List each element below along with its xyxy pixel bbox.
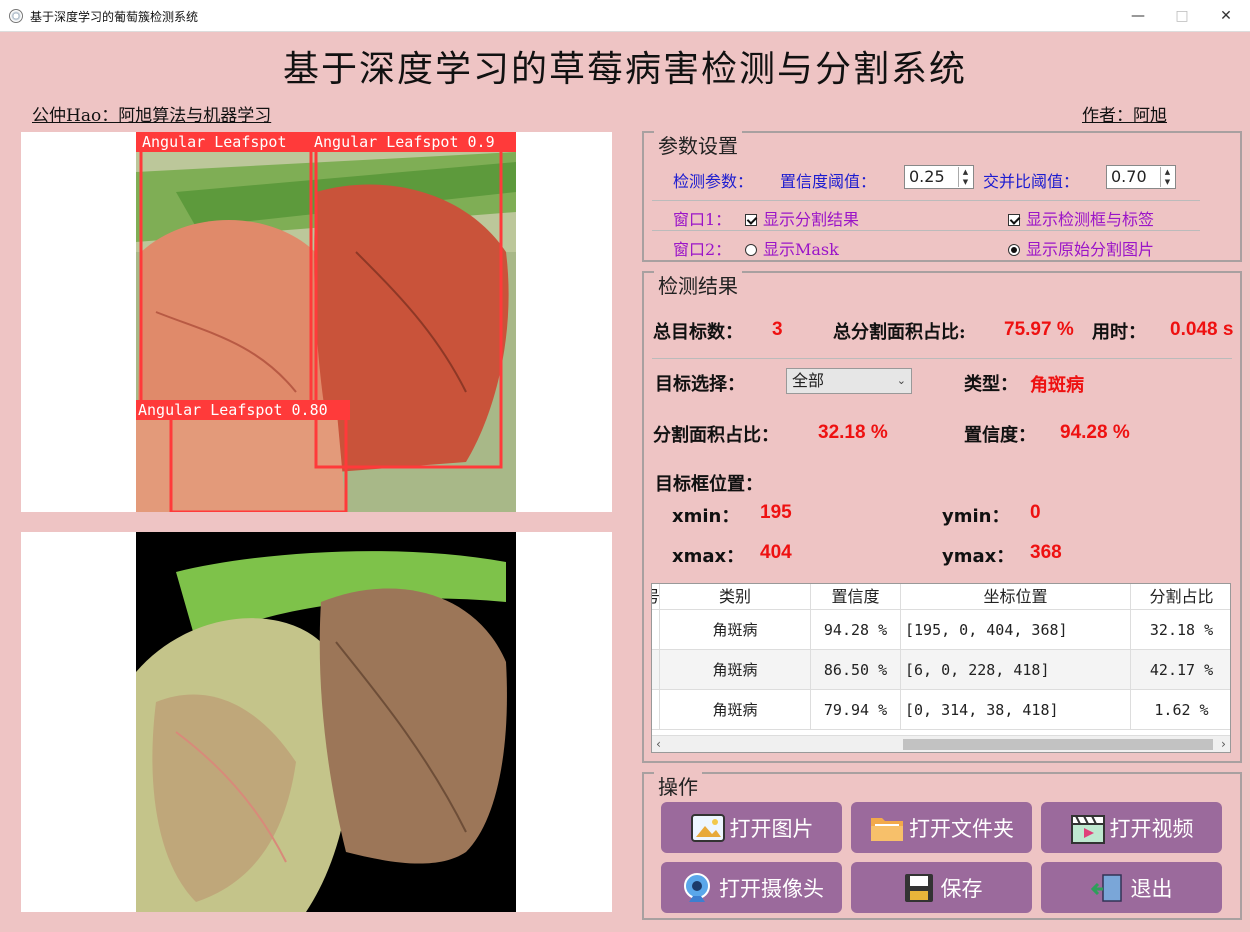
exit-button[interactable]: 退出 [1041, 862, 1222, 913]
window-titlebar: 基于深度学习的葡萄簇检测系统 — □ ✕ [0, 0, 1250, 32]
confidence-value: 94.28 % [1060, 422, 1130, 443]
spin-arrows-icon[interactable]: ▲ ▼ [958, 167, 972, 187]
page-title: 基于深度学习的草莓病害检测与分割系统 [282, 49, 967, 90]
show-mask-radio[interactable]: 显示Mask [745, 236, 839, 260]
detect-params-label: 检测参数： [673, 172, 754, 191]
detection-label-3: Angular Leafspot 0.80 [138, 401, 328, 419]
table-header: 号 类别 置信度 坐标位置 分割占比 [652, 584, 1230, 610]
type-value: 角斑病 [1030, 375, 1084, 396]
floppy-disk-icon [901, 872, 937, 904]
total-area-value: 75.97 % [1004, 319, 1074, 340]
col-header-class[interactable]: 类别 [660, 584, 811, 609]
image-window-1: Angular Leafspot Angular Leafspot 0.9 An… [21, 132, 612, 512]
conf-threshold-spinbox[interactable]: 0.25 ▲ ▼ [904, 165, 974, 189]
time-label: 用时： [1092, 322, 1146, 343]
col-header-seg-ratio[interactable]: 分割占比 [1131, 584, 1230, 609]
open-image-button[interactable]: 打开图片 [661, 802, 842, 853]
open-video-button[interactable]: 打开视频 [1041, 802, 1222, 853]
total-targets-label: 总目标数： [653, 322, 743, 343]
xmax-label: xmax： [672, 546, 745, 567]
exit-door-icon [1090, 872, 1127, 904]
ymax-label: ymax： [942, 546, 1015, 567]
segmentation-image [136, 532, 516, 912]
show-original-seg-radio[interactable]: 显示原始分割图片 [1008, 236, 1154, 260]
chevron-left-icon[interactable]: ‹ [655, 737, 662, 751]
image-window-2 [21, 532, 612, 912]
time-value: 0.048 s [1170, 319, 1234, 340]
confidence-label: 置信度： [964, 425, 1036, 446]
checkbox-checked-icon [745, 214, 757, 226]
video-clapper-icon [1070, 812, 1106, 844]
total-targets-value: 3 [772, 319, 783, 340]
checkbox-checked-icon [1008, 214, 1020, 226]
target-select-combobox[interactable]: 全部 ⌄ [786, 368, 912, 394]
horizontal-scrollbar[interactable]: ‹ › [652, 735, 1230, 752]
chevron-right-icon[interactable]: › [1220, 737, 1227, 751]
window1-label: 窗口1： [673, 210, 732, 229]
ops-legend: 操作 [654, 771, 702, 800]
total-area-label: 总分割面积占比: [833, 322, 966, 343]
window-title: 基于深度学习的葡萄簇检测系统 [30, 10, 199, 24]
target-select-label: 目标选择： [655, 374, 745, 395]
open-folder-button[interactable]: 打开文件夹 [851, 802, 1032, 853]
minimize-button[interactable]: — [1118, 4, 1158, 28]
save-button[interactable]: 保存 [851, 862, 1032, 913]
detection-label-1: Angular Leafspot [142, 133, 287, 151]
show-boxes-labels-checkbox[interactable]: 显示检测框与标签 [1008, 206, 1154, 230]
col-header-coords[interactable]: 坐标位置 [901, 584, 1131, 609]
divider [652, 230, 1200, 231]
author-link-right[interactable]: 作者：阿旭 [1082, 101, 1167, 126]
show-seg-result-checkbox[interactable]: 显示分割结果 [745, 206, 859, 230]
conf-threshold-value: 0.25 [909, 167, 945, 186]
table-row[interactable]: 角斑病 86.50 % [6, 0, 228, 418] 42.17 % [652, 650, 1230, 690]
app-icon [9, 9, 23, 23]
box-position-label: 目标框位置： [655, 474, 763, 495]
radio-unselected-icon [745, 244, 757, 256]
table-row[interactable]: 角斑病 79.94 % [0, 314, 38, 418] 1.62 % [652, 690, 1230, 730]
scrollbar-thumb[interactable] [903, 739, 1213, 750]
results-legend: 检测结果 [654, 270, 742, 299]
params-legend: 参数设置 [654, 130, 742, 159]
spin-arrows-icon[interactable]: ▲ ▼ [1160, 167, 1174, 187]
close-button[interactable]: ✕ [1206, 4, 1246, 28]
iou-threshold-value: 0.70 [1111, 167, 1147, 186]
iou-threshold-label: 交并比阈值： [983, 172, 1080, 191]
webcam-icon [679, 872, 715, 904]
divider [652, 200, 1200, 201]
chevron-down-icon: ⌄ [896, 374, 906, 387]
xmin-value: 195 [760, 502, 792, 523]
maximize-button[interactable]: □ [1162, 4, 1202, 28]
conf-threshold-label: 置信度阈值： [780, 172, 877, 191]
col-header-confidence[interactable]: 置信度 [811, 584, 901, 609]
ymax-value: 368 [1030, 542, 1062, 563]
author-link-left[interactable]: 公仲Hao：阿旭算法与机器学习 [32, 101, 271, 126]
open-camera-button[interactable]: 打开摄像头 [661, 862, 842, 913]
detection-image: Angular Leafspot Angular Leafspot 0.9 An… [136, 132, 516, 512]
image-icon [690, 812, 726, 844]
window2-label: 窗口2： [673, 240, 732, 259]
type-label: 类型： [964, 374, 1018, 395]
seg-area-label: 分割面积占比： [653, 425, 779, 446]
seg-area-value: 32.18 % [818, 422, 888, 443]
iou-threshold-spinbox[interactable]: 0.70 ▲ ▼ [1106, 165, 1176, 189]
xmax-value: 404 [760, 542, 792, 563]
xmin-label: xmin： [672, 506, 740, 527]
col-header-index[interactable]: 号 [652, 584, 660, 609]
results-table[interactable]: 号 类别 置信度 坐标位置 分割占比 角斑病 94.28 % [195, 0, … [651, 583, 1231, 753]
divider [652, 358, 1232, 359]
folder-icon [869, 812, 905, 844]
radio-selected-icon [1008, 244, 1020, 256]
detection-label-2: Angular Leafspot 0.9 [314, 133, 495, 151]
ymin-value: 0 [1030, 502, 1041, 523]
ymin-label: ymin： [942, 506, 1010, 527]
table-row[interactable]: 角斑病 94.28 % [195, 0, 404, 368] 32.18 % [652, 610, 1230, 650]
